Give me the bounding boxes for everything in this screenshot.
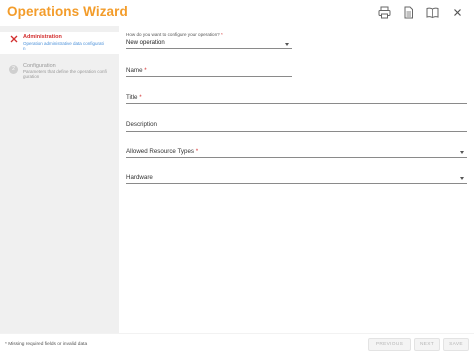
hardware-select[interactable]: Hardware	[126, 174, 153, 181]
step-subtitle-continued: n	[23, 46, 26, 51]
next-button[interactable]: NEXT	[414, 338, 440, 351]
error-x-icon	[10, 35, 18, 43]
configure-select[interactable]: New operation	[126, 40, 165, 46]
title-field[interactable]: Title *	[126, 94, 142, 101]
step-number-badge: 2	[9, 65, 18, 74]
title-field-underline	[126, 103, 467, 104]
step-administration[interactable]: Administration Operation administrative …	[0, 32, 119, 54]
save-button[interactable]: SAVE	[443, 338, 469, 351]
allowed-resource-types-select[interactable]: Allowed Resource Types *	[126, 148, 198, 155]
allowed-resource-types-underline	[126, 157, 467, 158]
wizard-header: Operations Wizard	[0, 0, 474, 26]
document-icon[interactable]	[402, 6, 415, 19]
previous-button[interactable]: PREVIOUS	[368, 338, 411, 351]
chevron-down-icon[interactable]	[285, 43, 289, 46]
step-subtitle: Operation administrative data configurat…	[23, 41, 104, 46]
hardware-select-underline	[126, 183, 467, 184]
name-field[interactable]: Name *	[126, 67, 147, 74]
step-configuration[interactable]: 2 Configuration Parameters that define t…	[0, 62, 119, 86]
wizard-footer: * Missing required fields or invalid dat…	[0, 333, 474, 355]
description-field[interactable]: Description	[126, 121, 157, 128]
step-subtitle-continued: guration	[23, 74, 40, 79]
chevron-down-icon[interactable]	[460, 177, 464, 180]
wizard-steps-sidebar: Administration Operation administrative …	[0, 26, 119, 333]
print-icon[interactable]	[378, 6, 391, 19]
help-book-icon[interactable]	[426, 6, 439, 19]
wizard-title: Operations Wizard	[7, 4, 128, 19]
description-field-underline	[126, 131, 467, 132]
missing-fields-note: * Missing required fields or invalid dat…	[5, 342, 88, 347]
chevron-down-icon[interactable]	[460, 151, 464, 154]
configure-select-label: How do you want to configure your operat…	[126, 32, 223, 37]
step-title: Administration	[23, 34, 62, 40]
close-icon[interactable]	[451, 6, 464, 19]
configure-select-underline	[126, 48, 292, 49]
name-field-underline	[126, 76, 292, 77]
